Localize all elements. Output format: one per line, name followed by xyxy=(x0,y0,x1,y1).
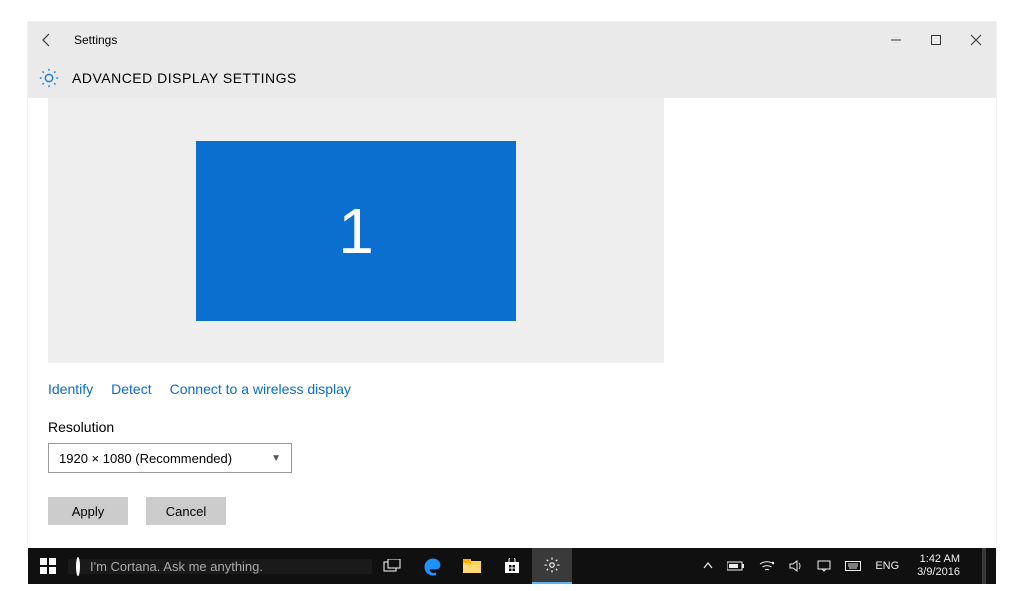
monitor-thumbnail[interactable]: 1 xyxy=(196,141,516,321)
display-actions: Identify Detect Connect to a wireless di… xyxy=(48,381,664,397)
settings-window: Settings ADVANCED DISPLAY SETTINGS 1 xyxy=(28,22,996,555)
body: 1 Identify Detect Connect to a wireless … xyxy=(28,98,996,555)
store-icon[interactable] xyxy=(492,548,532,584)
cortana-placeholder: I'm Cortana. Ask me anything. xyxy=(90,559,263,574)
apply-button[interactable]: Apply xyxy=(48,497,128,525)
clock-date: 3/9/2016 xyxy=(917,566,960,579)
start-button[interactable] xyxy=(28,548,68,584)
gear-icon xyxy=(38,67,60,89)
taskbar: I'm Cortana. Ask me anything. EN xyxy=(28,548,996,584)
action-center-icon[interactable] xyxy=(817,548,831,584)
resolution-value: 1920 × 1080 (Recommended) xyxy=(59,451,232,466)
detect-link[interactable]: Detect xyxy=(111,381,151,397)
maximize-button[interactable] xyxy=(916,22,956,58)
resolution-dropdown[interactable]: 1920 × 1080 (Recommended) ▼ xyxy=(48,443,292,473)
system-tray: ENG 1:42 AM 3/9/2016 xyxy=(703,548,996,584)
chevron-down-icon: ▼ xyxy=(271,453,281,464)
page-title: ADVANCED DISPLAY SETTINGS xyxy=(72,70,297,86)
resolution-label: Resolution xyxy=(48,419,664,435)
titlebar: Settings xyxy=(28,22,996,58)
connect-wireless-link[interactable]: Connect to a wireless display xyxy=(170,381,351,397)
action-buttons: Apply Cancel xyxy=(48,497,664,525)
language-indicator[interactable]: ENG xyxy=(875,548,899,584)
minimize-button[interactable] xyxy=(876,22,916,58)
file-explorer-icon[interactable] xyxy=(452,548,492,584)
app-name: Settings xyxy=(74,33,117,47)
show-desktop-button[interactable] xyxy=(982,548,986,584)
content-pane: 1 Identify Detect Connect to a wireless … xyxy=(28,98,664,555)
monitor-number: 1 xyxy=(338,194,374,268)
clock[interactable]: 1:42 AM 3/9/2016 xyxy=(913,553,964,579)
tray-overflow-icon[interactable] xyxy=(703,548,713,584)
keyboard-icon[interactable] xyxy=(845,548,861,584)
page-header: ADVANCED DISPLAY SETTINGS xyxy=(28,58,996,98)
clock-time: 1:42 AM xyxy=(917,553,960,566)
edge-app-icon[interactable] xyxy=(412,548,452,584)
back-button[interactable] xyxy=(28,22,66,58)
close-button[interactable] xyxy=(956,22,996,58)
wifi-icon[interactable] xyxy=(759,548,775,584)
display-preview: 1 xyxy=(48,98,664,363)
battery-icon[interactable] xyxy=(727,548,745,584)
cancel-button[interactable]: Cancel xyxy=(146,497,226,525)
volume-icon[interactable] xyxy=(789,548,803,584)
cortana-search[interactable]: I'm Cortana. Ask me anything. xyxy=(68,559,372,574)
identify-link[interactable]: Identify xyxy=(48,381,93,397)
settings-app-icon[interactable] xyxy=(532,548,572,584)
cortana-icon xyxy=(76,559,80,574)
task-view-button[interactable] xyxy=(372,548,412,584)
caption-controls xyxy=(876,22,996,58)
